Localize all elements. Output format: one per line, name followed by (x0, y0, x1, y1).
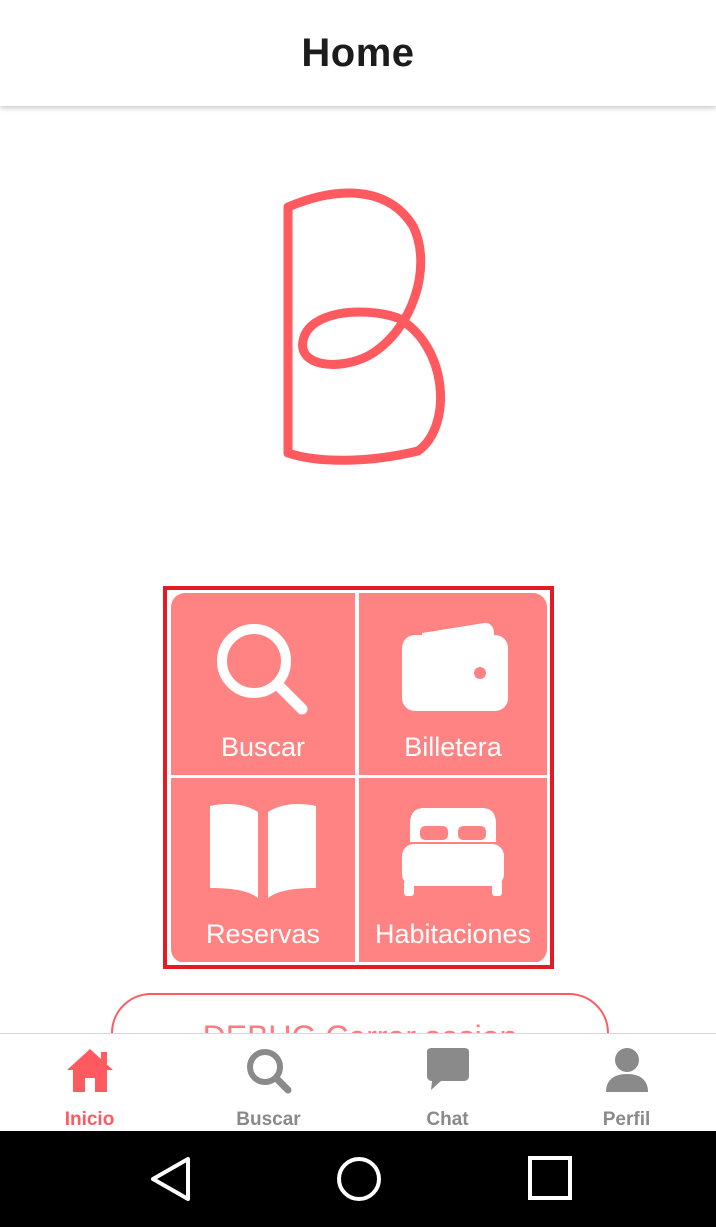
tile-label: Buscar (220, 732, 306, 762)
feature-grid-highlight: Buscar Billetera Reservas Habitaciones (163, 586, 554, 969)
bottom-nav: Inicio Buscar Chat Perfil (0, 1033, 716, 1131)
tile-habitaciones[interactable]: Habitaciones (359, 778, 547, 962)
tile-reservas[interactable]: Reservas (171, 778, 355, 962)
nav-label: Buscar (236, 1109, 301, 1130)
tile-buscar[interactable]: Buscar (171, 593, 355, 775)
open-book-icon (210, 804, 316, 898)
system-nav-bar (0, 1131, 716, 1227)
nav-label: Perfil (602, 1109, 651, 1130)
search-icon (217, 624, 308, 715)
tile-label: Reservas (205, 919, 321, 949)
debug-logout-button[interactable]: DEBUG Cerrar sesion (111, 993, 609, 1033)
tile-label: Billetera (404, 732, 502, 762)
home-icon (66, 1049, 113, 1092)
nav-item-chat[interactable]: Chat (358, 1034, 537, 1131)
nav-item-buscar[interactable]: Buscar (179, 1034, 358, 1131)
home-circle-icon[interactable] (335, 1155, 383, 1203)
wallet-icon (402, 622, 508, 711)
tile-billetera[interactable]: Billetera (359, 593, 547, 775)
bed-icon (402, 808, 504, 896)
nav-label: Inicio (64, 1109, 115, 1130)
b-logo-icon (283, 188, 446, 465)
tile-label: Habitaciones (374, 919, 532, 949)
search-icon (246, 1049, 291, 1094)
back-icon[interactable] (148, 1155, 194, 1203)
chat-icon (426, 1048, 469, 1090)
nav-label: Chat (426, 1109, 469, 1130)
feature-grid: Buscar Billetera Reservas Habitaciones (171, 593, 547, 963)
app-bar: Home (0, 0, 716, 106)
recents-icon[interactable] (527, 1155, 573, 1201)
nav-item-perfil[interactable]: Perfil (537, 1034, 716, 1131)
home-content: Buscar Billetera Reservas Habitaciones (0, 106, 716, 1033)
person-icon (605, 1048, 648, 1092)
nav-item-inicio[interactable]: Inicio (0, 1034, 179, 1131)
page-title: Home (301, 30, 415, 75)
